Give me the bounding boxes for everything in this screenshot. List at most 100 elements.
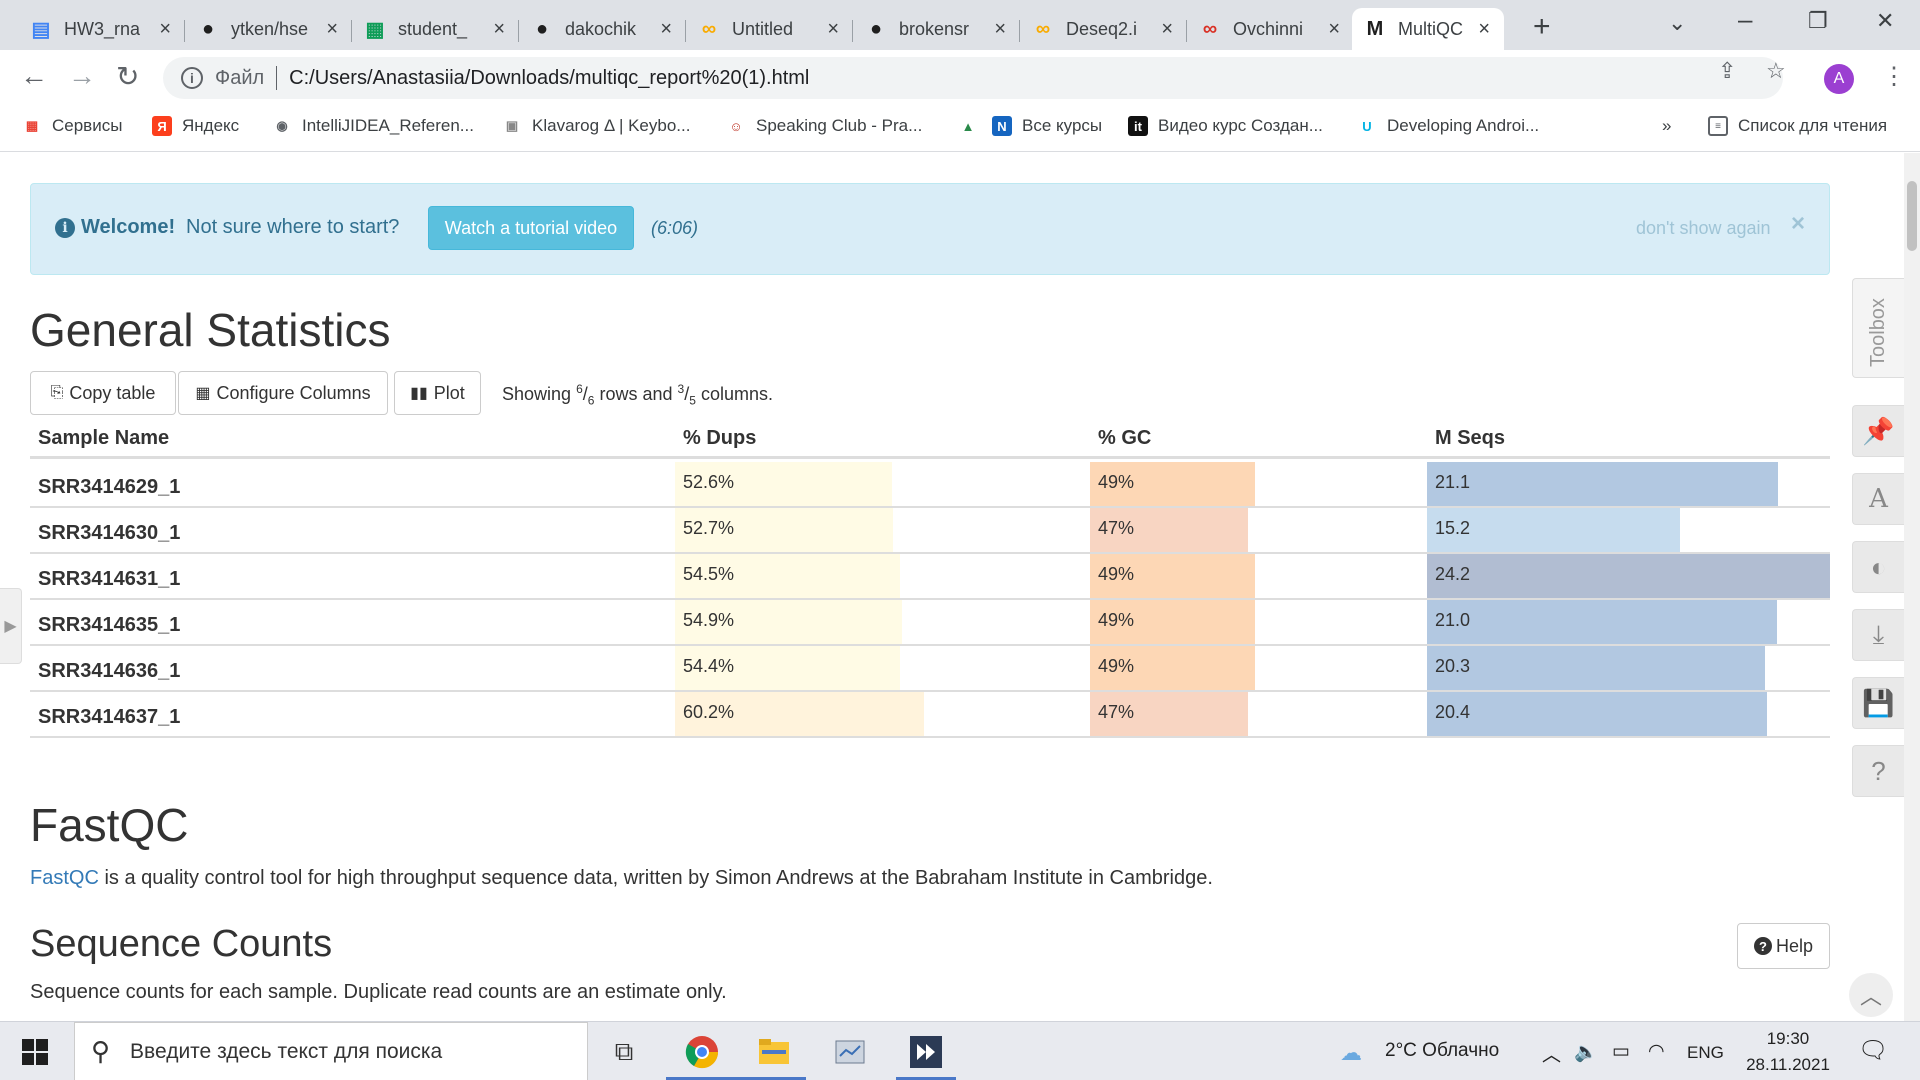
sample-name: SRR3414631_1 [38, 568, 181, 590]
mseqs-value: 21.0 [1435, 610, 1471, 630]
address-bar[interactable]: i Файл C:/Users/Anastasiia/Downloads/mul… [163, 57, 1783, 99]
tab-title: MultiQC [1398, 18, 1464, 39]
browser-tab[interactable]: ● ytken/hse × [185, 8, 352, 50]
sample-name: SRR3414629_1 [38, 476, 181, 498]
bookmark-item[interactable]: ▦ Сервисы [22, 116, 123, 136]
taskbar-clock[interactable]: 19:30 28.11.2021 [1738, 1026, 1838, 1078]
mseqs-bar [1427, 554, 1830, 598]
bookmark-item[interactable]: Я Яндекс [152, 116, 239, 136]
question-icon: ? [1753, 937, 1772, 955]
chrome-taskbar-icon[interactable] [680, 1030, 724, 1074]
browser-tab[interactable]: M MultiQC × [1352, 8, 1504, 50]
close-tab-icon[interactable]: × [159, 18, 171, 41]
browser-tab[interactable]: ∞ Deseq2.i × [1020, 8, 1187, 50]
fastqc-link[interactable]: FastQC [30, 867, 99, 889]
plot-button[interactable]: ▮▮ Plot [394, 371, 481, 415]
site-info-icon[interactable]: i [181, 67, 203, 89]
colab-icon: ∞ [701, 17, 717, 40]
taskbar-search-input[interactable]: ⚲ Введите здесь текст для поиска [74, 1022, 588, 1080]
configure-columns-button[interactable]: ▦ Configure Columns [178, 371, 388, 415]
back-icon[interactable]: ← [20, 60, 48, 92]
new-tab-button[interactable]: + [1533, 10, 1551, 44]
share-icon[interactable]: ⇪ [1718, 58, 1736, 84]
bookmark-item[interactable]: U Developing Androi... [1357, 116, 1539, 136]
header-sample-name[interactable]: Sample Name [38, 427, 169, 450]
page-scrollbar[interactable] [1904, 153, 1920, 1021]
dups-value: 52.6% [683, 472, 735, 492]
close-tab-icon[interactable]: × [326, 18, 338, 41]
download-icon[interactable]: ⤓ [1852, 609, 1904, 661]
close-tab-icon[interactable]: × [827, 18, 839, 41]
tray-chevron-icon[interactable]: ︿ [1542, 1040, 1561, 1067]
weather-text[interactable]: 2°C Облачно [1385, 1040, 1499, 1062]
toolbox-tab[interactable]: Toolbox [1852, 278, 1904, 378]
language-indicator[interactable]: ENG [1687, 1043, 1724, 1063]
bookmark-item[interactable]: ☺ Speaking Club - Pra... [726, 116, 922, 136]
battery-icon[interactable]: ▭ [1612, 1040, 1630, 1063]
save-icon[interactable]: 💾 [1852, 677, 1904, 729]
copy-table-button[interactable]: ⎘ Copy table [30, 371, 176, 415]
browser-tab[interactable]: ∞ Ovchinni × [1187, 8, 1354, 50]
help-button[interactable]: ? Help [1737, 923, 1830, 969]
weather-icon[interactable]: ☁ [1340, 1040, 1362, 1066]
windows-start-icon[interactable] [22, 1039, 48, 1065]
forward-icon[interactable]: → [68, 60, 96, 92]
yandex-icon: Я [152, 116, 172, 136]
header-gc[interactable]: % GC [1098, 427, 1151, 450]
snipping-tool-icon[interactable] [828, 1030, 872, 1074]
volume-icon[interactable]: 🔈 [1574, 1040, 1598, 1064]
github-icon: ● [535, 17, 549, 40]
header-dups[interactable]: % Dups [683, 427, 756, 450]
hide-samples-icon[interactable]: ◐ [1852, 541, 1904, 593]
dont-show-again-link[interactable]: don't show again [1636, 218, 1771, 239]
colab-icon: ∞ [1035, 17, 1051, 40]
wifi-icon[interactable]: ◠ [1648, 1040, 1665, 1063]
reload-icon[interactable]: ↻ [116, 60, 139, 93]
tutorial-video-button[interactable]: Watch a tutorial video [428, 206, 634, 250]
minimize-icon[interactable]: – [1738, 4, 1752, 35]
media-app-icon[interactable] [904, 1030, 948, 1074]
sequence-counts-title: Sequence Counts [30, 923, 333, 965]
gc-value: 49% [1098, 610, 1135, 630]
bookmark-item[interactable]: N Все курсы [992, 116, 1102, 136]
sidebar-toggle-icon[interactable]: ▶ [0, 588, 22, 664]
bookmark-item[interactable]: ◉ IntelliJIDEA_Referen... [272, 116, 474, 136]
close-tab-icon[interactable]: × [493, 18, 505, 41]
scrollbar-thumb[interactable] [1907, 181, 1917, 251]
scroll-to-top-icon[interactable]: ︿ [1849, 973, 1893, 1017]
profile-avatar[interactable]: A [1824, 64, 1854, 94]
browser-tab[interactable]: ● brokensr × [853, 8, 1020, 50]
browser-tab[interactable]: ▦ student_ × [352, 8, 519, 50]
about-icon[interactable]: ? [1852, 745, 1904, 797]
close-tab-icon[interactable]: × [1328, 18, 1340, 41]
font-icon[interactable]: A [1852, 473, 1904, 525]
pin-icon[interactable]: 📌 [1852, 405, 1904, 457]
task-view-icon[interactable]: ⧉ [602, 1030, 646, 1074]
file-explorer-icon[interactable] [752, 1030, 796, 1074]
close-tab-icon[interactable]: × [994, 18, 1006, 41]
close-tab-icon[interactable]: × [1161, 18, 1173, 41]
close-tab-icon[interactable]: × [1478, 18, 1490, 41]
menu-kebab-icon[interactable]: ⋮ [1882, 62, 1906, 91]
mseqs-cell: 24.2 [1427, 554, 1830, 598]
bookmark-star-icon[interactable]: ☆ [1766, 58, 1786, 84]
address-url[interactable]: C:/Users/Anastasiia/Downloads/multiqc_re… [289, 67, 809, 90]
dups-cell: 54.4% [675, 646, 1088, 690]
bookmark-item[interactable]: ▣ Klavarog Δ | Keybo... [502, 116, 691, 136]
tab-search-icon[interactable]: ⌄ [1668, 10, 1686, 36]
bookmarks-more-button[interactable]: » [1662, 116, 1671, 136]
dups-cell: 52.6% [675, 462, 1088, 506]
browser-tab[interactable]: ∞ Untitled × [686, 8, 853, 50]
bookmark-item[interactable]: it Видео курс Создан... [1128, 116, 1323, 136]
browser-tab[interactable]: ● dakochik × [519, 8, 686, 50]
bookmarks-more-label: » [1662, 116, 1672, 135]
reading-list-button[interactable]: ≡ Список для чтения [1708, 116, 1887, 136]
notifications-icon[interactable]: 🗨 [1858, 1036, 1888, 1065]
bookmark-item[interactable]: ▲ [958, 116, 988, 136]
close-icon[interactable]: × [1791, 210, 1805, 238]
header-mseqs[interactable]: M Seqs [1435, 427, 1505, 450]
browser-tab[interactable]: ▤ HW3_rna × [18, 8, 185, 50]
restore-icon[interactable]: ❐ [1808, 8, 1828, 34]
close-tab-icon[interactable]: × [660, 18, 672, 41]
close-window-icon[interactable]: ✕ [1876, 8, 1894, 34]
